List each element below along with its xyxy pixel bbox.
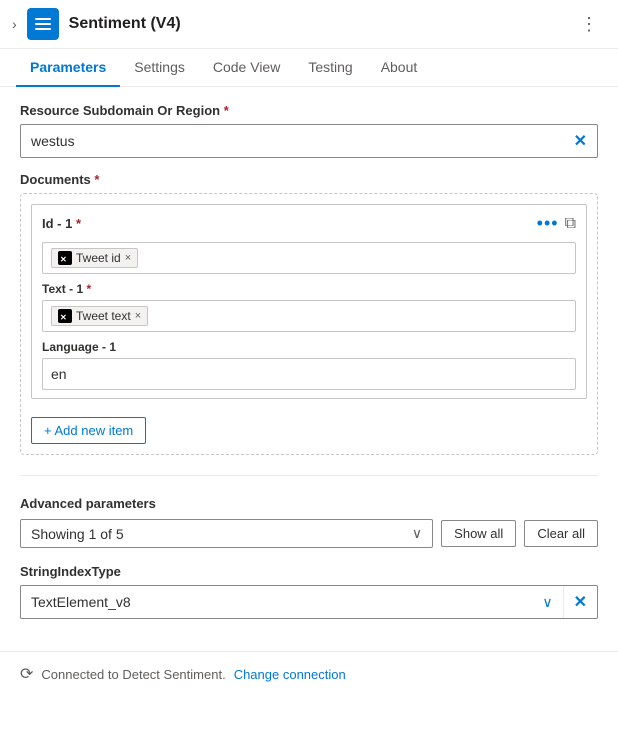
id-label: Id - 1 *	[42, 216, 81, 231]
showing-label: Showing 1 of 5	[31, 526, 124, 542]
string-index-chev-icon: ∨	[542, 594, 552, 611]
tweet-text-chip: ✕ Tweet text ×	[51, 306, 148, 326]
doc-item-actions: ••• ⧉	[537, 213, 576, 234]
doc-item-dots-icon[interactable]: •••	[537, 213, 559, 234]
documents-section: Documents * Id - 1 * ••• ⧉	[20, 172, 598, 455]
add-new-item-button[interactable]: + Add new item	[31, 417, 146, 444]
app-icon	[27, 8, 59, 40]
advanced-parameters-section: Advanced parameters Showing 1 of 5 ∨ Sho…	[20, 496, 598, 548]
header: › Sentiment (V4) ⋮	[0, 0, 618, 49]
more-options-icon[interactable]: ⋮	[572, 10, 606, 39]
change-connection-link[interactable]: Change connection	[234, 667, 346, 682]
doc-item: Id - 1 * ••• ⧉ ✕ Twe	[31, 204, 587, 399]
string-index-select-wrap: TextElement_v8 ∨ ✕	[20, 585, 598, 619]
string-index-label: StringIndexType	[20, 564, 598, 579]
resource-required: *	[224, 103, 229, 118]
doc-item-header: Id - 1 * ••• ⧉	[42, 213, 576, 234]
showing-dropdown[interactable]: Showing 1 of 5 ∨	[20, 519, 433, 548]
back-chevron-icon[interactable]: ›	[12, 16, 17, 32]
documents-label: Documents *	[20, 172, 598, 187]
showing-row: Showing 1 of 5 ∨ Show all Clear all	[20, 519, 598, 548]
resource-input-wrap: ✕	[20, 124, 598, 158]
show-all-button[interactable]: Show all	[441, 520, 516, 547]
tab-settings[interactable]: Settings	[120, 49, 199, 87]
tweet-id-remove-icon[interactable]: ×	[125, 252, 131, 264]
string-index-clear-icon[interactable]: ✕	[563, 586, 597, 618]
string-index-value: TextElement_v8	[31, 594, 131, 610]
language-label: Language - 1	[42, 340, 576, 354]
footer: ⟳ Connected to Detect Sentiment. Change …	[0, 651, 618, 696]
svg-text:✕: ✕	[60, 255, 67, 263]
advanced-label: Advanced parameters	[20, 496, 598, 511]
documents-dashed-box: Id - 1 * ••• ⧉ ✕ Twe	[20, 193, 598, 455]
tab-testing[interactable]: Testing	[294, 49, 366, 87]
tweet-id-chip: ✕ Tweet id ×	[51, 248, 138, 268]
string-index-section: StringIndexType TextElement_v8 ∨ ✕	[20, 564, 598, 619]
tabs-bar: Parameters Settings Code View Testing Ab…	[0, 49, 618, 87]
tab-code-view[interactable]: Code View	[199, 49, 294, 87]
tweet-text-remove-icon[interactable]: ×	[135, 310, 141, 322]
section-divider	[20, 475, 598, 476]
page-title: Sentiment (V4)	[69, 15, 562, 33]
text-tag-field[interactable]: ✕ Tweet text ×	[42, 300, 576, 332]
tab-parameters[interactable]: Parameters	[16, 49, 120, 87]
tweet-text-label: Tweet text	[76, 309, 131, 323]
clear-all-button[interactable]: Clear all	[524, 520, 598, 547]
showing-chevron-icon: ∨	[412, 525, 422, 542]
documents-required: *	[94, 172, 99, 187]
svg-text:✕: ✕	[60, 313, 67, 321]
id-tag-field[interactable]: ✕ Tweet id ×	[42, 242, 576, 274]
tweet-id-label: Tweet id	[76, 251, 121, 265]
main-content: Resource Subdomain Or Region * ✕ Documen…	[0, 87, 618, 651]
resource-clear-icon[interactable]: ✕	[564, 125, 597, 157]
language-value: en	[42, 358, 576, 390]
tweet-id-icon: ✕	[58, 251, 72, 265]
text-label: Text - 1 *	[42, 282, 576, 296]
connected-text: Connected to Detect Sentiment.	[41, 667, 225, 682]
doc-item-copy-icon[interactable]: ⧉	[565, 215, 576, 233]
string-index-dropdown[interactable]: TextElement_v8 ∨	[21, 588, 563, 617]
tab-about[interactable]: About	[367, 49, 432, 87]
tweet-text-icon: ✕	[58, 309, 72, 323]
resource-input[interactable]	[21, 127, 564, 155]
resource-label: Resource Subdomain Or Region *	[20, 103, 598, 118]
connection-icon: ⟳	[20, 664, 33, 684]
